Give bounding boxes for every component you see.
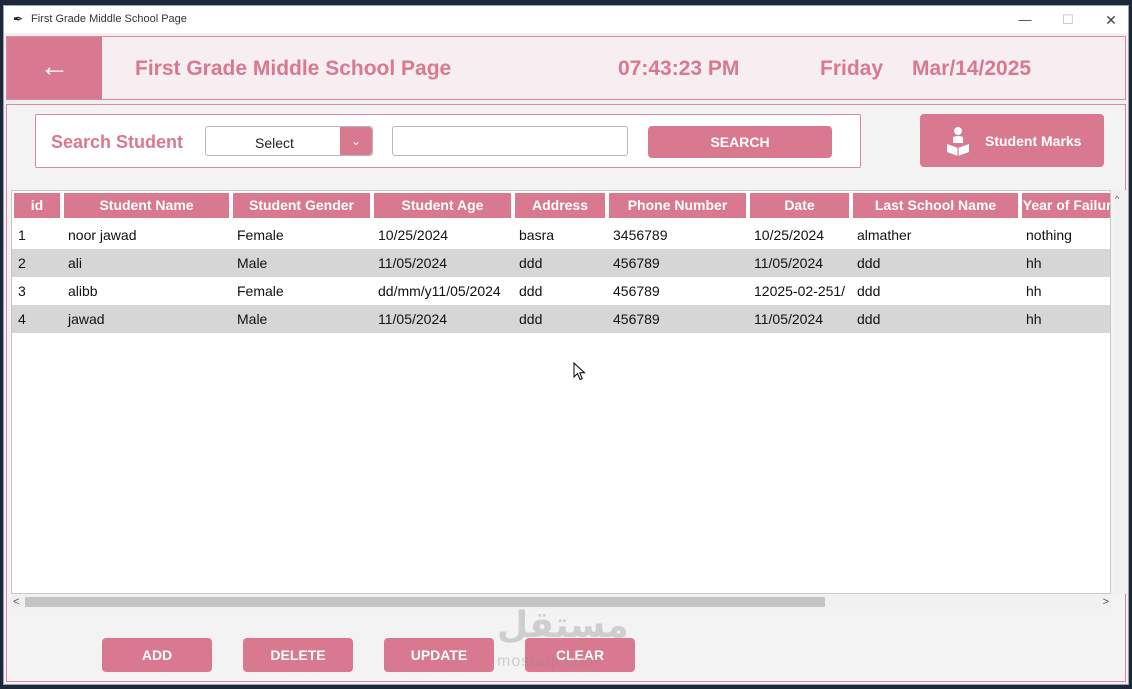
page-title: First Grade Middle School Page bbox=[135, 57, 452, 80]
table-row[interactable]: 1 noor jawad Female 10/25/2024 basra 3456789 1… bbox=[12, 221, 1110, 249]
column-header[interactable]: Student Age bbox=[374, 193, 513, 218]
table-cell: ddd bbox=[857, 311, 881, 327]
table-cell: alibb bbox=[68, 283, 98, 299]
table-cell: 11/05/2024 bbox=[754, 255, 824, 271]
window-title: First Grade Middle School Page bbox=[31, 13, 187, 25]
student-marks-button[interactable]: Student Marks bbox=[920, 114, 1104, 167]
weekday: Friday bbox=[820, 57, 884, 80]
search-input[interactable] bbox=[392, 126, 628, 156]
table-cell: 456789 bbox=[613, 283, 660, 299]
table-cell: dd/mm/y11/05/2024 bbox=[378, 283, 501, 299]
main-content: Search Student Select ⌄ SEARCH Student M… bbox=[6, 104, 1126, 682]
table-cell: 11/05/2024 bbox=[754, 311, 824, 327]
table-cell: ali bbox=[68, 255, 83, 271]
search-button[interactable]: SEARCH bbox=[648, 126, 832, 158]
page-header: ← First Grade Middle School Page 07:43:2… bbox=[6, 36, 1126, 100]
scroll-right-icon[interactable]: > bbox=[1103, 595, 1109, 609]
search-panel: Search Student Select ⌄ SEARCH bbox=[35, 114, 861, 168]
scrollbar-thumb[interactable] bbox=[25, 597, 825, 607]
table-cell: hh bbox=[1026, 283, 1042, 299]
vertical-scrollbar[interactable]: ^ bbox=[1113, 190, 1126, 594]
back-button[interactable]: ← bbox=[7, 37, 102, 99]
search-field-select[interactable]: Select ⌄ bbox=[205, 126, 373, 156]
table-cell: 11/05/2024 bbox=[378, 311, 448, 327]
table-cell: jawad bbox=[68, 311, 105, 327]
student-reading-icon bbox=[947, 127, 969, 156]
clear-button[interactable]: CLEAR bbox=[525, 638, 635, 672]
table-cell: ddd bbox=[857, 255, 881, 271]
table-cell: 10/25/2024 bbox=[378, 227, 449, 243]
table-cell: 1 bbox=[18, 227, 26, 243]
current-date: Mar/14/2025 bbox=[912, 57, 1032, 80]
table-row[interactable]: 2 ali Male 11/05/2024 ddd 456789 11/05/2024 ddd… bbox=[12, 249, 1110, 277]
column-header[interactable]: Student Name bbox=[64, 193, 231, 218]
horizontal-scrollbar[interactable]: < > bbox=[11, 595, 1111, 609]
add-button[interactable]: ADD bbox=[102, 638, 212, 672]
search-label: Search Student bbox=[51, 132, 184, 152]
clock-time: 07:43:23 PM bbox=[618, 57, 740, 80]
mouse-cursor-icon bbox=[573, 362, 586, 381]
table-row[interactable]: 4 jawad Male 11/05/2024 ddd 456789 11/05/2024 d… bbox=[12, 305, 1110, 333]
table-cell: ddd bbox=[857, 283, 881, 299]
table-cell: ddd bbox=[519, 311, 543, 327]
select-value: Select bbox=[255, 135, 294, 151]
column-header[interactable]: Date bbox=[750, 193, 851, 218]
table-cell: 456789 bbox=[613, 311, 660, 327]
table-cell: Female bbox=[237, 283, 284, 299]
table-cell: 456789 bbox=[613, 255, 660, 271]
table-cell: 2 bbox=[18, 255, 26, 271]
table-cell: hh bbox=[1026, 255, 1042, 271]
table-cell: 11/05/2024 bbox=[378, 255, 448, 271]
arrow-left-icon: ← bbox=[39, 50, 70, 83]
table-cell: ddd bbox=[519, 255, 543, 271]
table-header: id Student Name Student Gender Student Age A… bbox=[12, 191, 1110, 221]
update-button[interactable]: UPDATE bbox=[384, 638, 494, 672]
chevron-down-icon[interactable]: ⌄ bbox=[340, 127, 372, 155]
table-cell: ddd bbox=[519, 283, 543, 299]
feather-app-icon: ✒ bbox=[13, 12, 24, 26]
title-bar: ✒ First Grade Middle School Page — ☐ ✕ bbox=[4, 6, 1128, 33]
maximize-button[interactable]: ☐ bbox=[1053, 9, 1083, 31]
table-cell: Male bbox=[237, 311, 268, 327]
table-cell: noor jawad bbox=[68, 227, 137, 243]
table-cell: almather bbox=[857, 227, 912, 243]
scroll-up-icon[interactable]: ^ bbox=[1115, 194, 1119, 204]
table-cell: 10/25/2024 bbox=[754, 227, 825, 243]
table-cell: Male bbox=[237, 255, 268, 271]
table-row[interactable]: 3 alibb Female dd/mm/y11/05/2024 ddd 456789 12… bbox=[12, 277, 1110, 305]
close-button[interactable]: ✕ bbox=[1096, 9, 1126, 31]
column-header[interactable]: Last School Name bbox=[853, 193, 1020, 218]
table-cell: 3 bbox=[18, 283, 26, 299]
table-cell: 3456789 bbox=[613, 227, 668, 243]
delete-button[interactable]: DELETE bbox=[243, 638, 353, 672]
student-marks-label: Student Marks bbox=[985, 133, 1082, 149]
column-header[interactable]: Address bbox=[515, 193, 607, 218]
students-table: id Student Name Student Gender Student Age A… bbox=[11, 190, 1111, 594]
app-window: ✒ First Grade Middle School Page — ☐ ✕ ←… bbox=[3, 5, 1129, 685]
table-cell: hh bbox=[1026, 311, 1042, 327]
table-cell: Female bbox=[237, 227, 284, 243]
table-cell: nothing bbox=[1026, 227, 1072, 243]
scroll-left-icon[interactable]: < bbox=[13, 595, 19, 609]
table-cell: 12025-02-251/ bbox=[754, 283, 846, 299]
column-header[interactable]: Student Gender bbox=[233, 193, 372, 218]
column-header[interactable]: Phone Number bbox=[609, 193, 748, 218]
column-header[interactable]: id bbox=[14, 193, 62, 218]
table-cell: basra bbox=[519, 227, 555, 243]
table-cell: 4 bbox=[18, 311, 26, 327]
column-header[interactable]: Year of Failure bbox=[1022, 193, 1110, 218]
minimize-button[interactable]: — bbox=[1010, 9, 1040, 31]
